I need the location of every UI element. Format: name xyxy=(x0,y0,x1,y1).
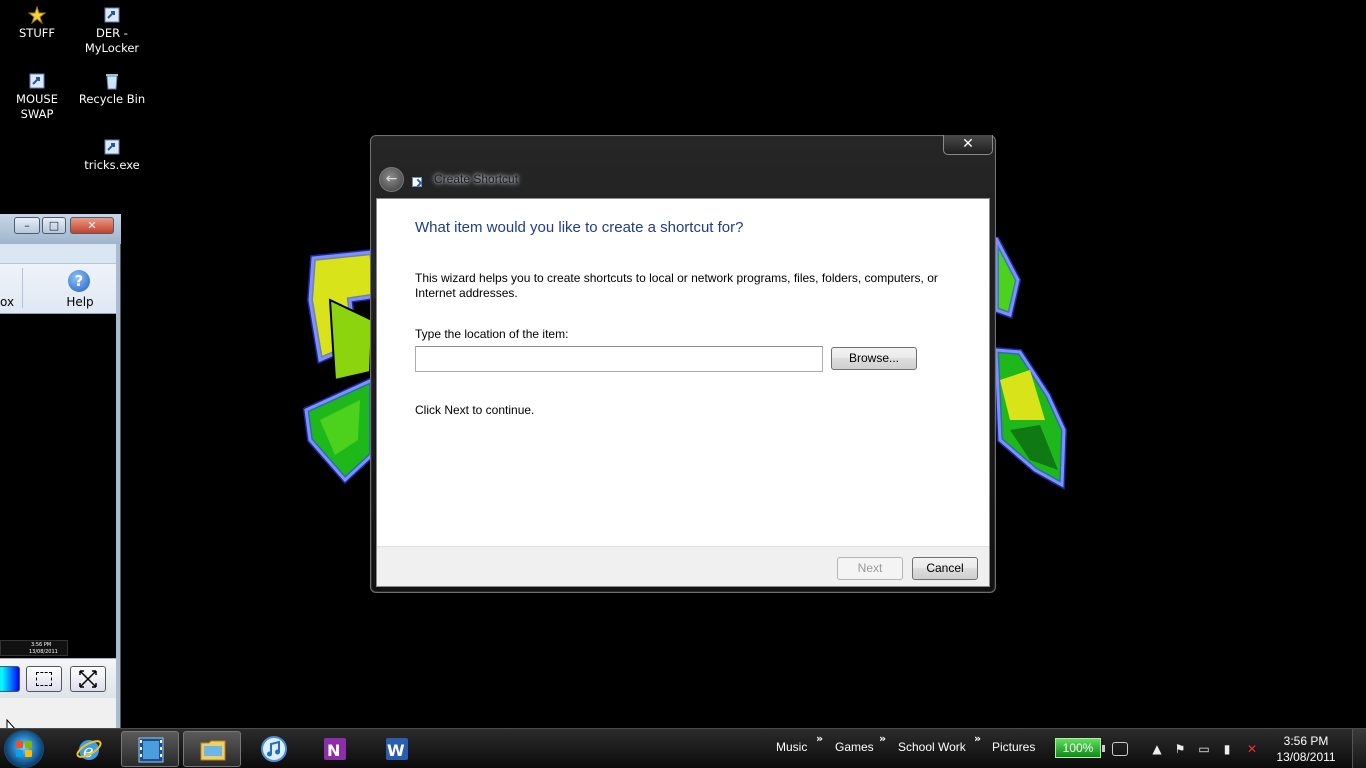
close-button[interactable]: ✕ xyxy=(70,217,114,234)
shortcut-icon xyxy=(29,73,45,89)
toolbar-games[interactable]: Games xyxy=(835,740,874,754)
taskbar-onenote[interactable]: N xyxy=(306,731,364,767)
device-icon[interactable]: ▮ xyxy=(1220,742,1234,756)
window-client-area: ox ? Help 3:56 PM 13/08/2011 xyxy=(0,244,116,728)
tray-thumbnail-date: 13/08/2011 xyxy=(29,649,58,655)
taskbar-clock[interactable]: 3:56 PM 13/08/2011 xyxy=(1270,733,1342,765)
show-hidden-icons-icon[interactable]: ▲ xyxy=(1150,742,1164,756)
wizard-content: What item would you like to create a sho… xyxy=(376,198,990,587)
folder-icon xyxy=(200,740,226,761)
ribbon-separator xyxy=(22,268,23,308)
background-window[interactable]: – □ ✕ ox ? Help 3:56 PM 13/08/2011 xyxy=(0,214,121,730)
volume-muted-icon[interactable]: ✕ xyxy=(1245,742,1259,756)
desktop-icon-label: STUFF xyxy=(19,26,55,40)
action-center-flag-icon[interactable]: ⚑ xyxy=(1173,742,1187,756)
tray-thumbnail-time: 3:56 PM xyxy=(31,642,52,648)
dialog-title: Create Shortcut xyxy=(434,172,519,186)
next-button[interactable]: Next xyxy=(837,557,903,580)
wizard-heading: What item would you like to create a sho… xyxy=(415,219,744,236)
tray-thumbnail: 3:56 PM 13/08/2011 xyxy=(0,640,68,656)
wizard-description: This wizard helps you to create shortcut… xyxy=(415,271,938,300)
maximize-button[interactable]: □ xyxy=(42,217,66,234)
desktop-icon-der-mylocker[interactable]: DER - MyLocker xyxy=(74,6,150,56)
shortcut-icon xyxy=(412,177,422,187)
desktop-icon-recycle-bin[interactable]: Recycle Bin xyxy=(74,72,150,107)
browse-button[interactable]: Browse... xyxy=(831,347,917,370)
wizard-footer: Next Cancel xyxy=(377,546,989,586)
help-icon[interactable]: ? xyxy=(68,270,90,292)
fullscreen-button[interactable] xyxy=(70,666,106,692)
minimize-button[interactable]: – xyxy=(14,217,40,234)
desktop-icon-tricks-exe[interactable]: tricks.exe xyxy=(74,138,150,173)
shortcut-icon xyxy=(104,7,120,23)
taskbar-internet-explorer[interactable]: e xyxy=(60,731,118,767)
windows-logo-icon xyxy=(16,741,33,758)
cancel-button[interactable]: Cancel xyxy=(912,557,978,580)
window-caption[interactable]: – □ ✕ xyxy=(0,214,121,244)
help-button-label[interactable]: Help xyxy=(62,295,98,309)
recycle-bin-icon xyxy=(106,74,118,90)
chevron-icon[interactable]: » xyxy=(974,732,981,745)
onenote-icon: N xyxy=(324,738,346,760)
desktop-icon-stuff[interactable]: STUFF xyxy=(0,6,75,41)
create-shortcut-dialog[interactable]: ✕ ← Create Shortcut What item would you … xyxy=(370,135,996,593)
close-button[interactable]: ✕ xyxy=(943,135,993,155)
ribbon: ox ? Help xyxy=(0,244,116,314)
toolbar-pictures[interactable]: Pictures xyxy=(992,740,1035,754)
desktop-icon-label: DER - MyLocker xyxy=(84,26,140,55)
ribbon-tab-band xyxy=(0,244,116,264)
location-label: Type the location of the item: xyxy=(415,327,569,341)
back-arrow-icon[interactable]: ← xyxy=(379,167,404,192)
desktop-icon-label: MOUSE SWAP xyxy=(16,92,58,121)
taskbar-windows-explorer[interactable] xyxy=(183,731,241,767)
clock-time: 3:56 PM xyxy=(1283,734,1329,748)
clock-date: 13/08/2011 xyxy=(1276,750,1336,764)
taskbar-itunes[interactable] xyxy=(245,731,303,767)
desktop-icon-mouse-swap[interactable]: MOUSE SWAP xyxy=(0,72,75,122)
internet-explorer-icon: e xyxy=(76,740,102,762)
taskbar-word[interactable]: W xyxy=(368,731,426,767)
location-input[interactable] xyxy=(415,346,823,372)
ribbon-item-partial-label[interactable]: ox xyxy=(0,295,14,309)
music-note-icon xyxy=(261,736,287,762)
chevron-icon[interactable]: » xyxy=(816,732,823,745)
svg-text:W: W xyxy=(387,741,405,760)
battery-indicator[interactable]: 100% xyxy=(1055,738,1105,758)
show-desktop-button[interactable] xyxy=(1352,729,1366,768)
graffiti-right-letter xyxy=(992,236,1068,490)
expand-icon xyxy=(79,670,97,688)
rectangle-select-button[interactable] xyxy=(26,666,62,692)
dashed-rectangle-icon xyxy=(36,672,52,686)
desktop-icon-label: Recycle Bin xyxy=(78,92,146,106)
graffiti-left-letter xyxy=(302,248,382,485)
capture-toolbar xyxy=(0,658,116,698)
film-icon xyxy=(138,737,164,763)
chevron-icon[interactable]: » xyxy=(879,732,886,745)
start-button[interactable] xyxy=(4,730,44,768)
power-plug-icon[interactable] xyxy=(1112,742,1128,756)
network-icon[interactable]: ▭ xyxy=(1197,742,1211,756)
word-icon: W xyxy=(386,738,408,760)
shortcut-icon xyxy=(104,139,120,155)
svg-text:N: N xyxy=(327,741,340,760)
toolbar-school-work[interactable]: School Work xyxy=(898,740,966,754)
next-hint: Click Next to continue. xyxy=(415,403,535,417)
toolbar-music[interactable]: Music xyxy=(776,740,807,754)
star-icon xyxy=(28,6,46,24)
desktop-icon-label: tricks.exe xyxy=(84,158,140,172)
taskbar-video-editor[interactable] xyxy=(121,731,179,767)
color-tool-button[interactable] xyxy=(0,666,20,692)
taskbar: e N W Music » Games » School Work » Pict… xyxy=(0,728,1366,768)
